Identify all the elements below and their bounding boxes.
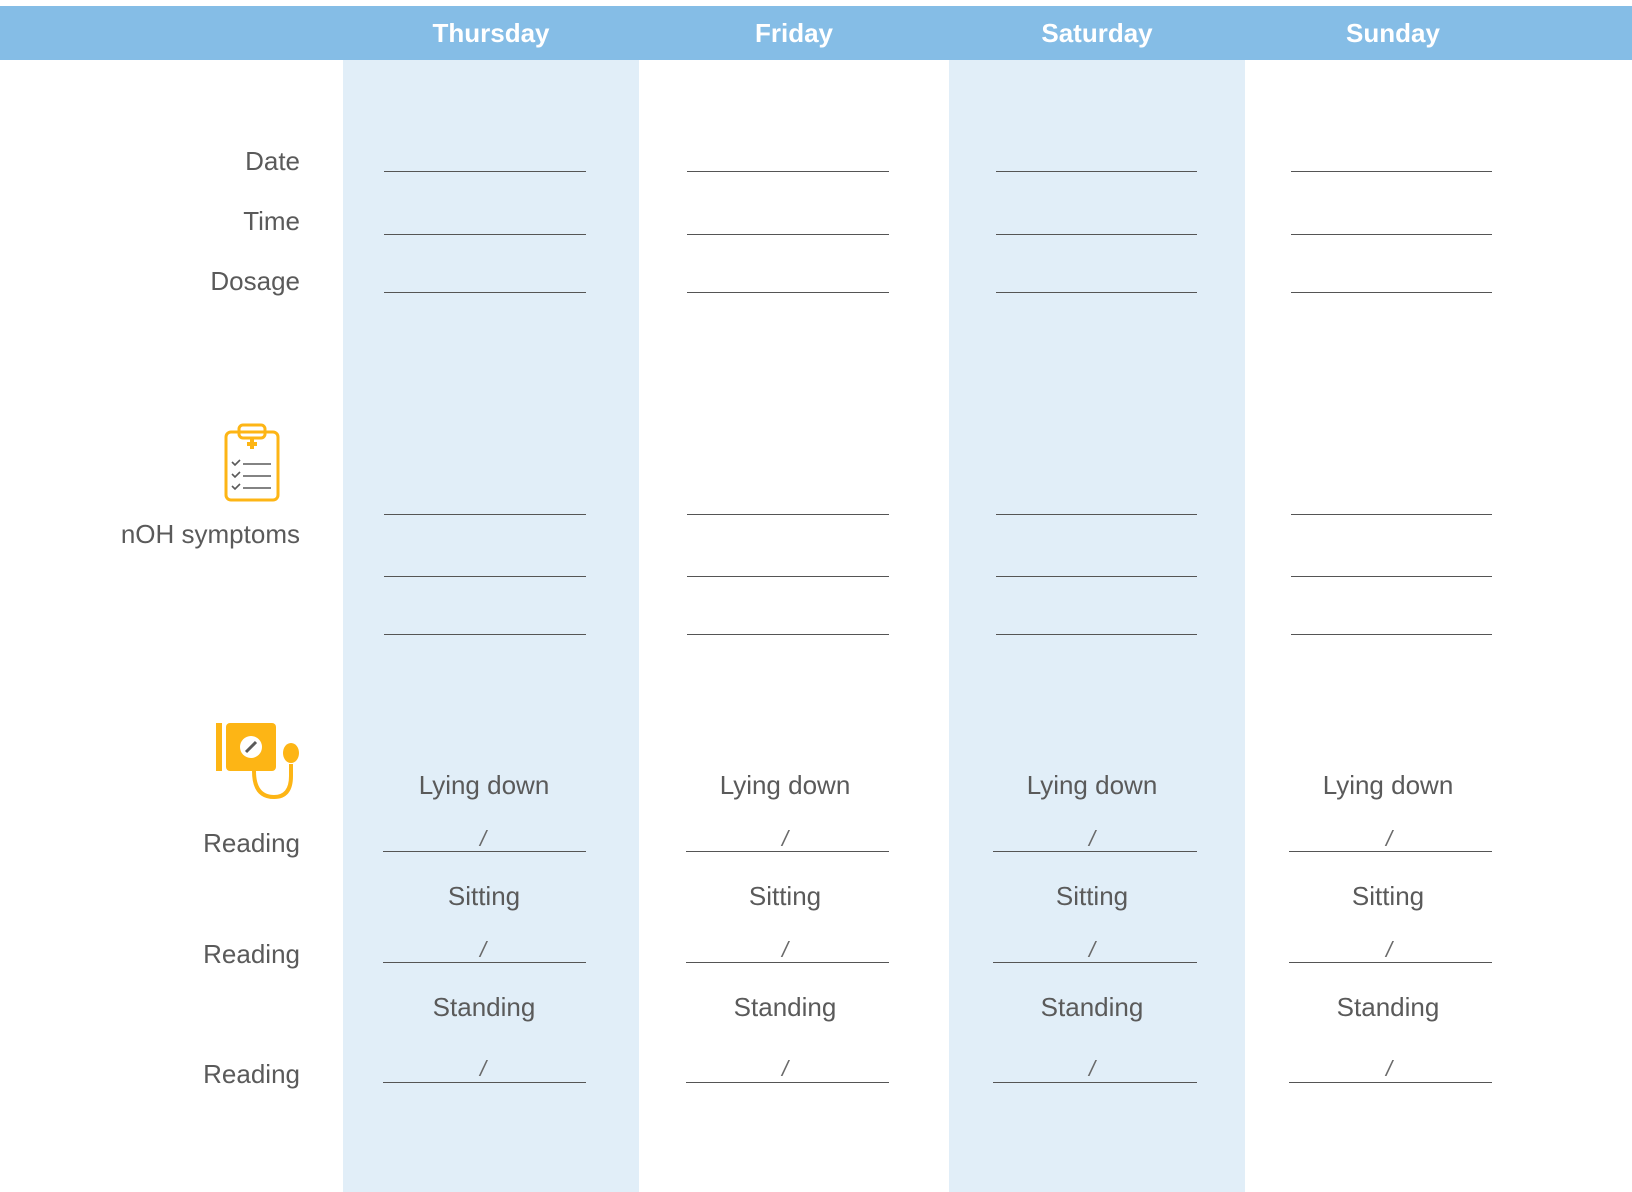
row-label-symptoms: nOH symptoms — [120, 519, 300, 549]
dosage-field[interactable] — [996, 292, 1197, 293]
reading-slash: / — [1386, 937, 1393, 962]
clipboard-checklist-icon — [222, 422, 282, 504]
position-label-standing: Standing — [1040, 992, 1144, 1022]
row-label-date: Date — [245, 146, 300, 176]
row-label-dosage: Dosage — [210, 266, 300, 296]
reading-field-sitting[interactable] — [686, 962, 889, 963]
reading-field-sitting[interactable] — [1289, 962, 1492, 963]
reading-slash: / — [782, 937, 789, 962]
blood-pressure-monitor-icon — [212, 720, 304, 800]
row-label-reading-standing: Reading — [203, 1059, 300, 1089]
position-label-sitting: Sitting — [1055, 881, 1129, 911]
date-field[interactable] — [1291, 171, 1492, 172]
reading-slash: / — [782, 826, 789, 851]
time-field[interactable] — [996, 234, 1197, 235]
reading-slash: / — [1089, 1056, 1096, 1081]
day-header-friday: Friday — [754, 18, 834, 48]
dosage-field[interactable] — [384, 292, 586, 293]
time-field[interactable] — [384, 234, 586, 235]
reading-field-sitting[interactable] — [383, 962, 586, 963]
reading-slash: / — [480, 937, 487, 962]
reading-slash: / — [1386, 826, 1393, 851]
symptom-field-3[interactable] — [384, 634, 586, 635]
reading-field-lying[interactable] — [993, 851, 1197, 852]
position-label-lying: Lying down — [418, 770, 550, 800]
reading-slash: / — [782, 1056, 789, 1081]
reading-field-lying[interactable] — [686, 851, 889, 852]
day-header-thursday: Thursday — [432, 18, 550, 48]
date-field[interactable] — [384, 171, 586, 172]
row-label-reading-lying: Reading — [203, 828, 300, 858]
symptom-field-3[interactable] — [687, 634, 889, 635]
symptom-field-2[interactable] — [384, 576, 586, 577]
symptom-field-1[interactable] — [1291, 514, 1492, 515]
dosage-field[interactable] — [1291, 292, 1492, 293]
day-header-saturday: Saturday — [1041, 18, 1153, 48]
position-label-sitting: Sitting — [1351, 881, 1425, 911]
reading-slash: / — [480, 1056, 487, 1081]
symptom-field-2[interactable] — [687, 576, 889, 577]
reading-field-lying[interactable] — [383, 851, 586, 852]
reading-field-standing[interactable] — [383, 1082, 586, 1083]
symptom-field-1[interactable] — [687, 514, 889, 515]
position-label-standing: Standing — [1336, 992, 1440, 1022]
date-field[interactable] — [687, 171, 889, 172]
reading-slash: / — [1089, 937, 1096, 962]
day-header-sunday: Sunday — [1346, 18, 1440, 48]
position-label-sitting: Sitting — [447, 881, 521, 911]
reading-field-sitting[interactable] — [993, 962, 1197, 963]
reading-field-standing[interactable] — [993, 1082, 1197, 1083]
position-label-standing: Standing — [733, 992, 837, 1022]
row-label-time: Time — [243, 206, 300, 236]
symptom-field-1[interactable] — [384, 514, 586, 515]
reading-slash: / — [1386, 1056, 1393, 1081]
symptom-field-3[interactable] — [1291, 634, 1492, 635]
reading-field-standing[interactable] — [1289, 1082, 1492, 1083]
dosage-field[interactable] — [687, 292, 889, 293]
symptom-field-3[interactable] — [996, 634, 1197, 635]
position-label-sitting: Sitting — [748, 881, 822, 911]
reading-field-lying[interactable] — [1289, 851, 1492, 852]
date-field[interactable] — [996, 171, 1197, 172]
position-label-standing: Standing — [432, 992, 536, 1022]
reading-slash: / — [1089, 826, 1096, 851]
symptom-field-1[interactable] — [996, 514, 1197, 515]
position-label-lying: Lying down — [1322, 770, 1454, 800]
symptom-field-2[interactable] — [996, 576, 1197, 577]
position-label-lying: Lying down — [719, 770, 851, 800]
row-label-reading-sitting: Reading — [203, 939, 300, 969]
reading-field-standing[interactable] — [686, 1082, 889, 1083]
time-field[interactable] — [687, 234, 889, 235]
time-field[interactable] — [1291, 234, 1492, 235]
symptom-field-2[interactable] — [1291, 576, 1492, 577]
reading-slash: / — [480, 826, 487, 851]
position-label-lying: Lying down — [1026, 770, 1158, 800]
